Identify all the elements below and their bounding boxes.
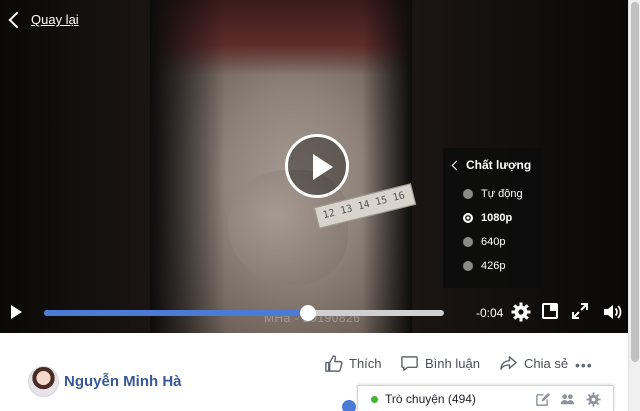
tape-mark: 14: [356, 198, 372, 213]
video-letterbox-left: [0, 0, 150, 333]
page-scrollbar[interactable]: [628, 0, 640, 411]
like-reaction-icon: [342, 400, 356, 411]
volume-icon[interactable]: [602, 302, 622, 322]
chat-settings-gear-icon[interactable]: [586, 392, 601, 407]
radio-selected-icon: [463, 213, 473, 223]
fullscreen-icon[interactable]: [572, 303, 588, 319]
video-frame-left-shade: [150, 0, 225, 333]
quality-option-640p[interactable]: 640p: [463, 236, 505, 248]
comment-label: Bình luận: [425, 356, 480, 371]
quality-option-426p[interactable]: 426p: [463, 260, 505, 272]
quality-option-label: 1080p: [481, 212, 513, 224]
comment-icon: [401, 356, 418, 371]
chevron-left-icon: [451, 160, 462, 170]
radio-icon: [463, 261, 473, 271]
seek-bar-handle[interactable]: [300, 305, 316, 321]
tape-mark: 16: [391, 190, 407, 204]
tape-mark: 15: [374, 194, 389, 209]
back-link-label: Quay lại: [31, 12, 79, 27]
chat-label: Trò chuyện (494): [385, 392, 476, 406]
chevron-left-icon: [8, 11, 26, 28]
online-status-icon: [371, 396, 378, 403]
seek-bar[interactable]: [44, 305, 444, 321]
tape-mark: 13: [339, 203, 354, 217]
tape-mark: 12: [321, 207, 337, 222]
quality-option-label: 640p: [481, 236, 506, 248]
chat-bar[interactable]: Trò chuyện (494): [357, 385, 614, 411]
picture-in-picture-icon[interactable]: [542, 303, 558, 319]
author-name[interactable]: Nguyễn Minh Hà: [64, 373, 182, 390]
share-icon: [500, 356, 517, 370]
more-options-button[interactable]: •••: [575, 357, 593, 373]
quality-option-label: Tự động: [481, 188, 523, 200]
radio-icon: [463, 189, 473, 199]
play-overlay-button[interactable]: [285, 134, 349, 198]
like-button[interactable]: Thích: [324, 354, 382, 373]
thumbs-up-icon: [325, 355, 343, 372]
share-button[interactable]: Chia sẻ: [499, 354, 568, 373]
share-label: Chia sẻ: [524, 356, 569, 371]
quality-menu-title: Chất lượng: [466, 158, 532, 172]
play-button[interactable]: [11, 305, 22, 319]
quality-menu-back[interactable]: Chất lượng: [451, 158, 532, 172]
play-icon: [313, 154, 333, 180]
time-remaining: -0:04: [476, 306, 504, 320]
player-controls: -0:04: [0, 296, 628, 333]
like-label: Thích: [349, 356, 382, 371]
seek-bar-progress: [44, 310, 308, 316]
avatar[interactable]: [28, 366, 59, 397]
quality-option-label: 426p: [481, 260, 506, 272]
quality-menu: Chất lượng Tự động 1080p 640p 426p: [443, 148, 541, 288]
gear-icon[interactable]: [511, 302, 531, 322]
quality-option-auto[interactable]: Tự động: [463, 188, 523, 200]
radio-icon: [463, 237, 473, 247]
group-add-icon[interactable]: [560, 392, 575, 407]
video-player[interactable]: 12 13 14 15 16 Quay lại Chất lượng Tự độ…: [0, 0, 628, 333]
quality-option-1080p[interactable]: 1080p: [463, 212, 512, 224]
scrollbar-thumb[interactable]: [631, 2, 639, 362]
page: 12 13 14 15 16 Quay lại Chất lượng Tự độ…: [0, 0, 640, 411]
comment-button[interactable]: Bình luận: [400, 354, 480, 373]
back-link[interactable]: Quay lại: [8, 11, 79, 28]
video-frame-right-shade: [362, 0, 412, 333]
compose-icon[interactable]: [535, 392, 550, 407]
